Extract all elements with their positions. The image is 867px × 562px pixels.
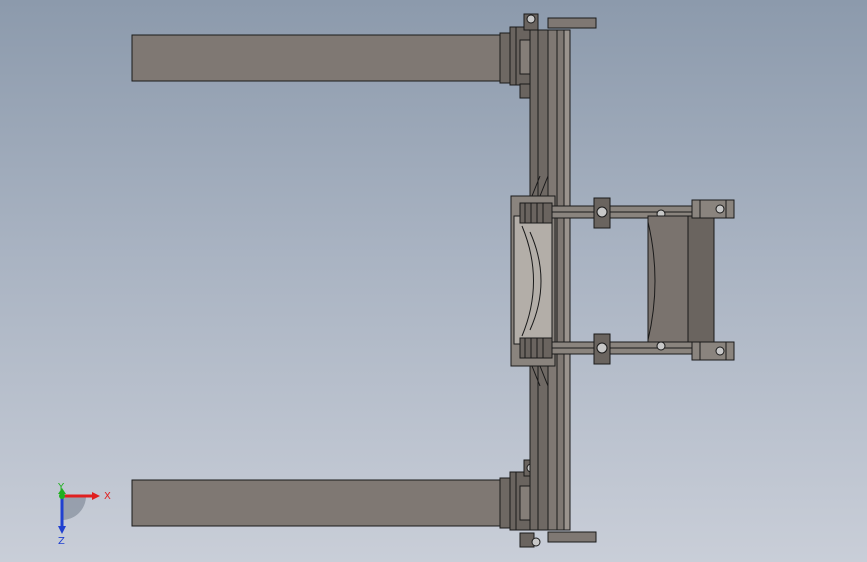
z-axis-label: Z — [58, 536, 65, 547]
y-axis-label: Y — [57, 482, 65, 493]
lower-fork-tine — [131, 471, 539, 531]
cad-viewport[interactable]: X Y Z — [0, 0, 867, 562]
upper-fork-tine — [131, 26, 539, 86]
coordinate-triad: X Y Z — [57, 482, 111, 547]
rear-mount-bracket — [647, 199, 735, 361]
x-axis-label: X — [104, 491, 111, 502]
forklift-fork-assembly-drawing: X Y Z — [57, 13, 735, 548]
